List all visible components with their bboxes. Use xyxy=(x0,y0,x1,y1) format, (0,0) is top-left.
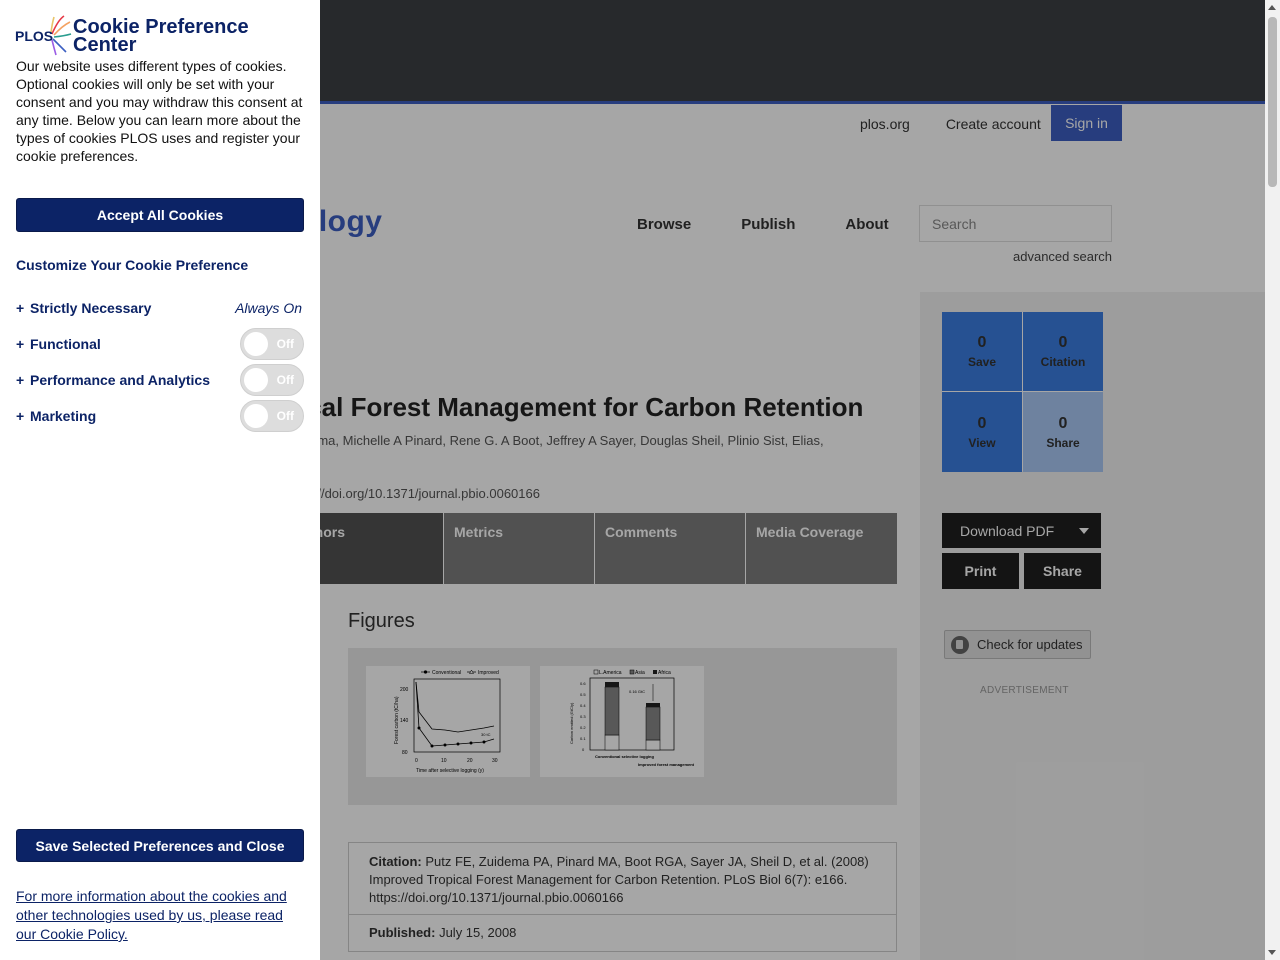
scroll-down-icon[interactable] xyxy=(1268,950,1276,955)
save-preferences-button[interactable]: Save Selected Preferences and Close xyxy=(16,829,304,862)
customize-heading: Customize Your Cookie Preference xyxy=(16,257,249,273)
accept-all-cookies-button[interactable]: Accept All Cookies xyxy=(16,198,304,232)
performance-toggle[interactable]: Off xyxy=(240,364,304,396)
toggle-knob xyxy=(244,368,268,392)
cookie-description: Our website uses different types of cook… xyxy=(16,58,303,164)
cookie-preference-panel: PLOS Cookie Preference Center Our websit… xyxy=(0,0,320,960)
category-name: Functional xyxy=(30,336,101,352)
always-on-label: Always On xyxy=(235,300,302,316)
scrollbar-thumb[interactable] xyxy=(1268,17,1277,187)
expand-plus-icon[interactable]: + xyxy=(16,372,30,388)
toggle-knob xyxy=(244,332,268,356)
scrollbar[interactable] xyxy=(1265,0,1280,960)
category-performance-analytics[interactable]: + Performance and Analytics Off xyxy=(16,364,304,396)
expand-plus-icon[interactable]: + xyxy=(16,408,30,424)
category-name: Performance and Analytics xyxy=(30,372,210,388)
toggle-knob xyxy=(244,404,268,428)
plos-logo-text: PLOS xyxy=(15,28,53,44)
functional-toggle[interactable]: Off xyxy=(240,328,304,360)
category-functional[interactable]: + Functional Off xyxy=(16,328,304,360)
expand-plus-icon[interactable]: + xyxy=(16,300,30,316)
marketing-toggle[interactable]: Off xyxy=(240,400,304,432)
plos-logo: PLOS xyxy=(15,15,72,56)
toggle-state: Off xyxy=(276,337,294,351)
scroll-up-icon[interactable] xyxy=(1268,5,1276,10)
cookie-panel-title: Cookie Preference Center xyxy=(73,16,249,56)
category-strictly-necessary[interactable]: + Strictly Necessary Always On xyxy=(16,296,304,320)
toggle-state: Off xyxy=(276,373,294,387)
toggle-state: Off xyxy=(276,409,294,423)
expand-plus-icon[interactable]: + xyxy=(16,336,30,352)
category-marketing[interactable]: + Marketing Off xyxy=(16,400,304,432)
category-name: Marketing xyxy=(30,408,97,424)
cookie-policy-link[interactable]: For more information about the cookies a… xyxy=(16,887,301,944)
category-name: Strictly Necessary xyxy=(30,300,152,316)
